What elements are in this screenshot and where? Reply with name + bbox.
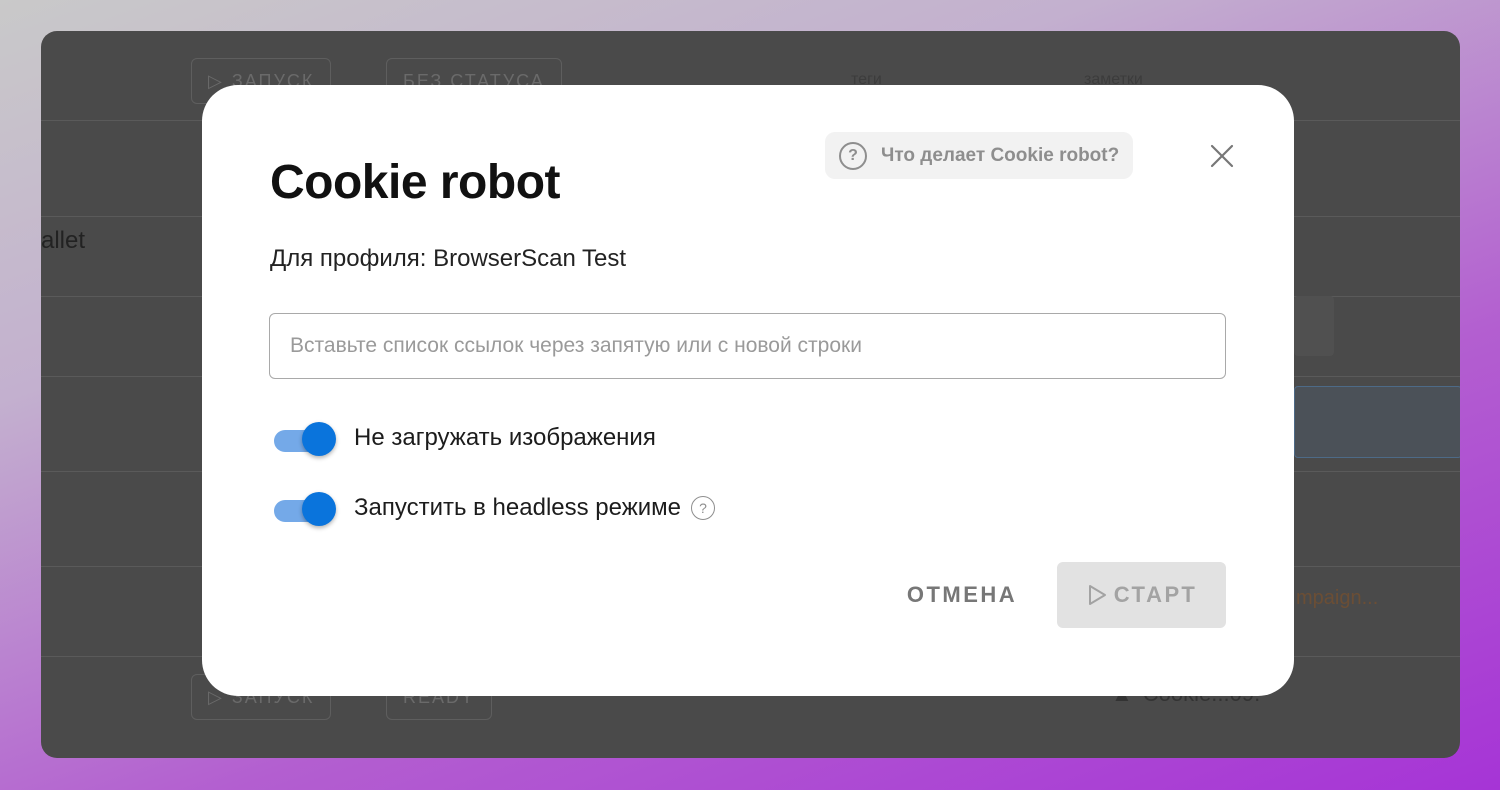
close-icon	[1210, 144, 1234, 168]
bg-campaign-text: mpaign...	[1296, 587, 1379, 609]
headless-help-icon[interactable]: ?	[691, 496, 716, 520]
profile-line: Для профиля: BrowserScan Test	[270, 245, 627, 272]
help-chip-label: Что делает Cookie robot?	[881, 144, 1120, 166]
no-images-toggle[interactable]	[272, 420, 336, 456]
bg-wallet-text: allet	[41, 227, 86, 254]
cookie-robot-dialog: Cookie robot ? Что делает Cookie robot? …	[202, 85, 1294, 696]
cancel-button[interactable]: ОТМЕНА	[896, 568, 1028, 622]
start-label: СТАРТ	[1113, 582, 1198, 607]
toggle-knob	[302, 492, 336, 526]
toggle-knob	[302, 422, 336, 456]
headless-toggle[interactable]	[272, 490, 336, 526]
no-images-label: Не загружать изображения	[354, 424, 656, 451]
close-button[interactable]	[1206, 140, 1238, 172]
links-input[interactable]	[269, 313, 1226, 379]
play-outline-icon	[1088, 585, 1106, 605]
toggle-row-no-images: Не загружать изображения	[272, 420, 656, 456]
what-does-cookie-robot-do-button[interactable]: ? Что делает Cookie robot?	[825, 132, 1134, 179]
headless-label: Запустить в headless режиме	[354, 494, 682, 521]
question-circle-icon: ?	[839, 141, 867, 170]
toggle-row-headless: Запустить в headless режиме ?	[272, 490, 716, 526]
bg-panel	[1294, 296, 1334, 356]
bg-panel-selected	[1294, 386, 1460, 458]
start-button[interactable]: СТАРТ	[1057, 562, 1226, 628]
dialog-title: Cookie robot	[270, 156, 561, 209]
